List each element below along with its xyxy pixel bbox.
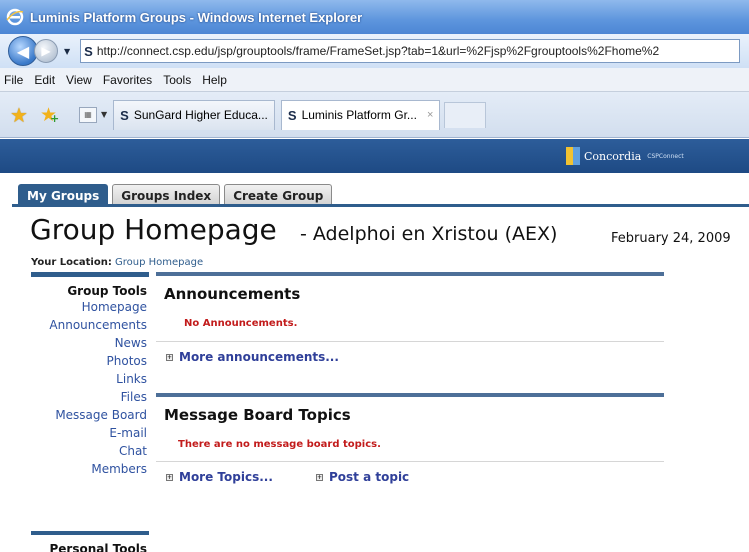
page-title: Group Homepage — [30, 213, 277, 246]
concordia-logo-sub: CSPConnect — [647, 152, 684, 160]
address-row: ◀ ▶ ▼ S http://connect.csp.edu/jsp/group… — [0, 34, 749, 68]
breadcrumb-label: Your Location: — [31, 257, 112, 268]
tab-favicon-icon: S — [287, 107, 297, 123]
tab-label: Luminis Platform Gr... — [301, 108, 417, 122]
tool-link-homepage[interactable]: Homepage — [30, 298, 147, 316]
browser-tabs-row: ★ ★ + ▦ ▼ S SunGard Higher Educa... S Lum… — [0, 92, 749, 138]
browser-tab-luminis[interactable]: S Luminis Platform Gr... × — [280, 99, 441, 130]
tab-favicon-icon: S — [120, 107, 129, 123]
breadcrumb-current[interactable]: Group Homepage — [115, 257, 203, 268]
tool-link-message-board[interactable]: Message Board — [30, 406, 147, 424]
concordia-mark-icon — [566, 147, 580, 165]
tool-link-email[interactable]: E-mail — [30, 424, 147, 442]
favorites-center-icon[interactable]: ★ — [10, 103, 28, 127]
more-topics-link[interactable]: + More Topics... — [166, 470, 273, 484]
close-tab-icon[interactable]: × — [427, 109, 433, 121]
menu-edit[interactable]: Edit — [34, 73, 55, 87]
page-date: February 24, 2009 — [611, 231, 731, 246]
menu-tools[interactable]: Tools — [163, 73, 191, 87]
post-topic-link[interactable]: + Post a topic — [316, 470, 409, 484]
announcements-bar — [156, 272, 664, 276]
no-announcements-message: No Announcements. — [184, 318, 298, 329]
tab-underline — [12, 204, 749, 207]
breadcrumb: Your Location: Group Homepage — [31, 257, 203, 268]
announcements-divider — [156, 341, 664, 342]
concordia-logo-text: Concordia — [584, 149, 642, 163]
tools-header-bar — [31, 272, 149, 277]
browser-tab-sungard[interactable]: S SunGard Higher Educa... — [113, 99, 275, 130]
url-text[interactable]: http://connect.csp.edu/jsp/grouptools/fr… — [97, 44, 659, 58]
menu-view[interactable]: View — [66, 73, 92, 87]
tool-link-links[interactable]: Links — [30, 370, 147, 388]
tool-link-news[interactable]: News — [30, 334, 147, 352]
tab-list-dropdown-icon[interactable]: ▼ — [101, 110, 107, 119]
more-announcements-link[interactable]: + More announcements... — [166, 350, 339, 364]
tool-link-announcements[interactable]: Announcements — [30, 316, 147, 334]
window-title-bar: Luminis Platform Groups - Windows Intern… — [0, 0, 749, 34]
tool-link-chat[interactable]: Chat — [30, 442, 147, 460]
tab-label: SunGard Higher Educa... — [133, 108, 268, 122]
group-tools-title: Group Tools — [67, 284, 147, 298]
quick-tabs-icon[interactable]: ▦ — [78, 106, 97, 123]
site-favicon-icon: S — [84, 43, 93, 59]
message-board-bar — [156, 393, 664, 397]
ie-logo-icon — [6, 8, 24, 26]
more-announcements-label: More announcements... — [179, 350, 339, 364]
expand-icon: + — [166, 353, 173, 361]
menu-bar: File Edit View Favorites Tools Help — [0, 68, 749, 92]
menu-file[interactable]: File — [4, 73, 23, 87]
expand-icon: + — [316, 473, 323, 481]
tool-link-files[interactable]: Files — [30, 388, 147, 406]
group-name: - Adelphoi en Xristou (AEX) — [300, 223, 558, 245]
tool-link-members[interactable]: Members — [30, 460, 147, 478]
expand-icon: + — [166, 473, 173, 481]
post-topic-label: Post a topic — [329, 470, 410, 484]
personal-tools-title: Personal Tools — [49, 542, 147, 552]
group-tools-menu: Group Tools Homepage Announcements News … — [30, 284, 147, 478]
address-bar[interactable]: S http://connect.csp.edu/jsp/grouptools/… — [80, 39, 741, 63]
menu-favorites[interactable]: Favorites — [103, 73, 152, 87]
add-favorite-icon[interactable]: ★ + — [40, 104, 59, 126]
menu-help[interactable]: Help — [202, 73, 227, 87]
tool-link-photos[interactable]: Photos — [30, 352, 147, 370]
concordia-logo[interactable]: Concordia CSPConnect — [566, 147, 684, 165]
portal-banner: Concordia CSPConnect — [0, 139, 749, 173]
announcements-title: Announcements — [164, 285, 301, 303]
forward-button[interactable]: ▶ — [34, 39, 58, 63]
recent-pages-dropdown-icon[interactable]: ▼ — [64, 47, 70, 56]
window-title: Luminis Platform Groups - Windows Intern… — [30, 9, 363, 25]
message-board-divider — [156, 461, 664, 462]
no-topics-message: There are no message board topics. — [178, 439, 381, 450]
personal-tools-bar — [31, 531, 149, 535]
new-tab-button[interactable] — [444, 101, 487, 128]
message-board-title: Message Board Topics — [164, 406, 351, 424]
more-topics-label: More Topics... — [179, 470, 273, 484]
